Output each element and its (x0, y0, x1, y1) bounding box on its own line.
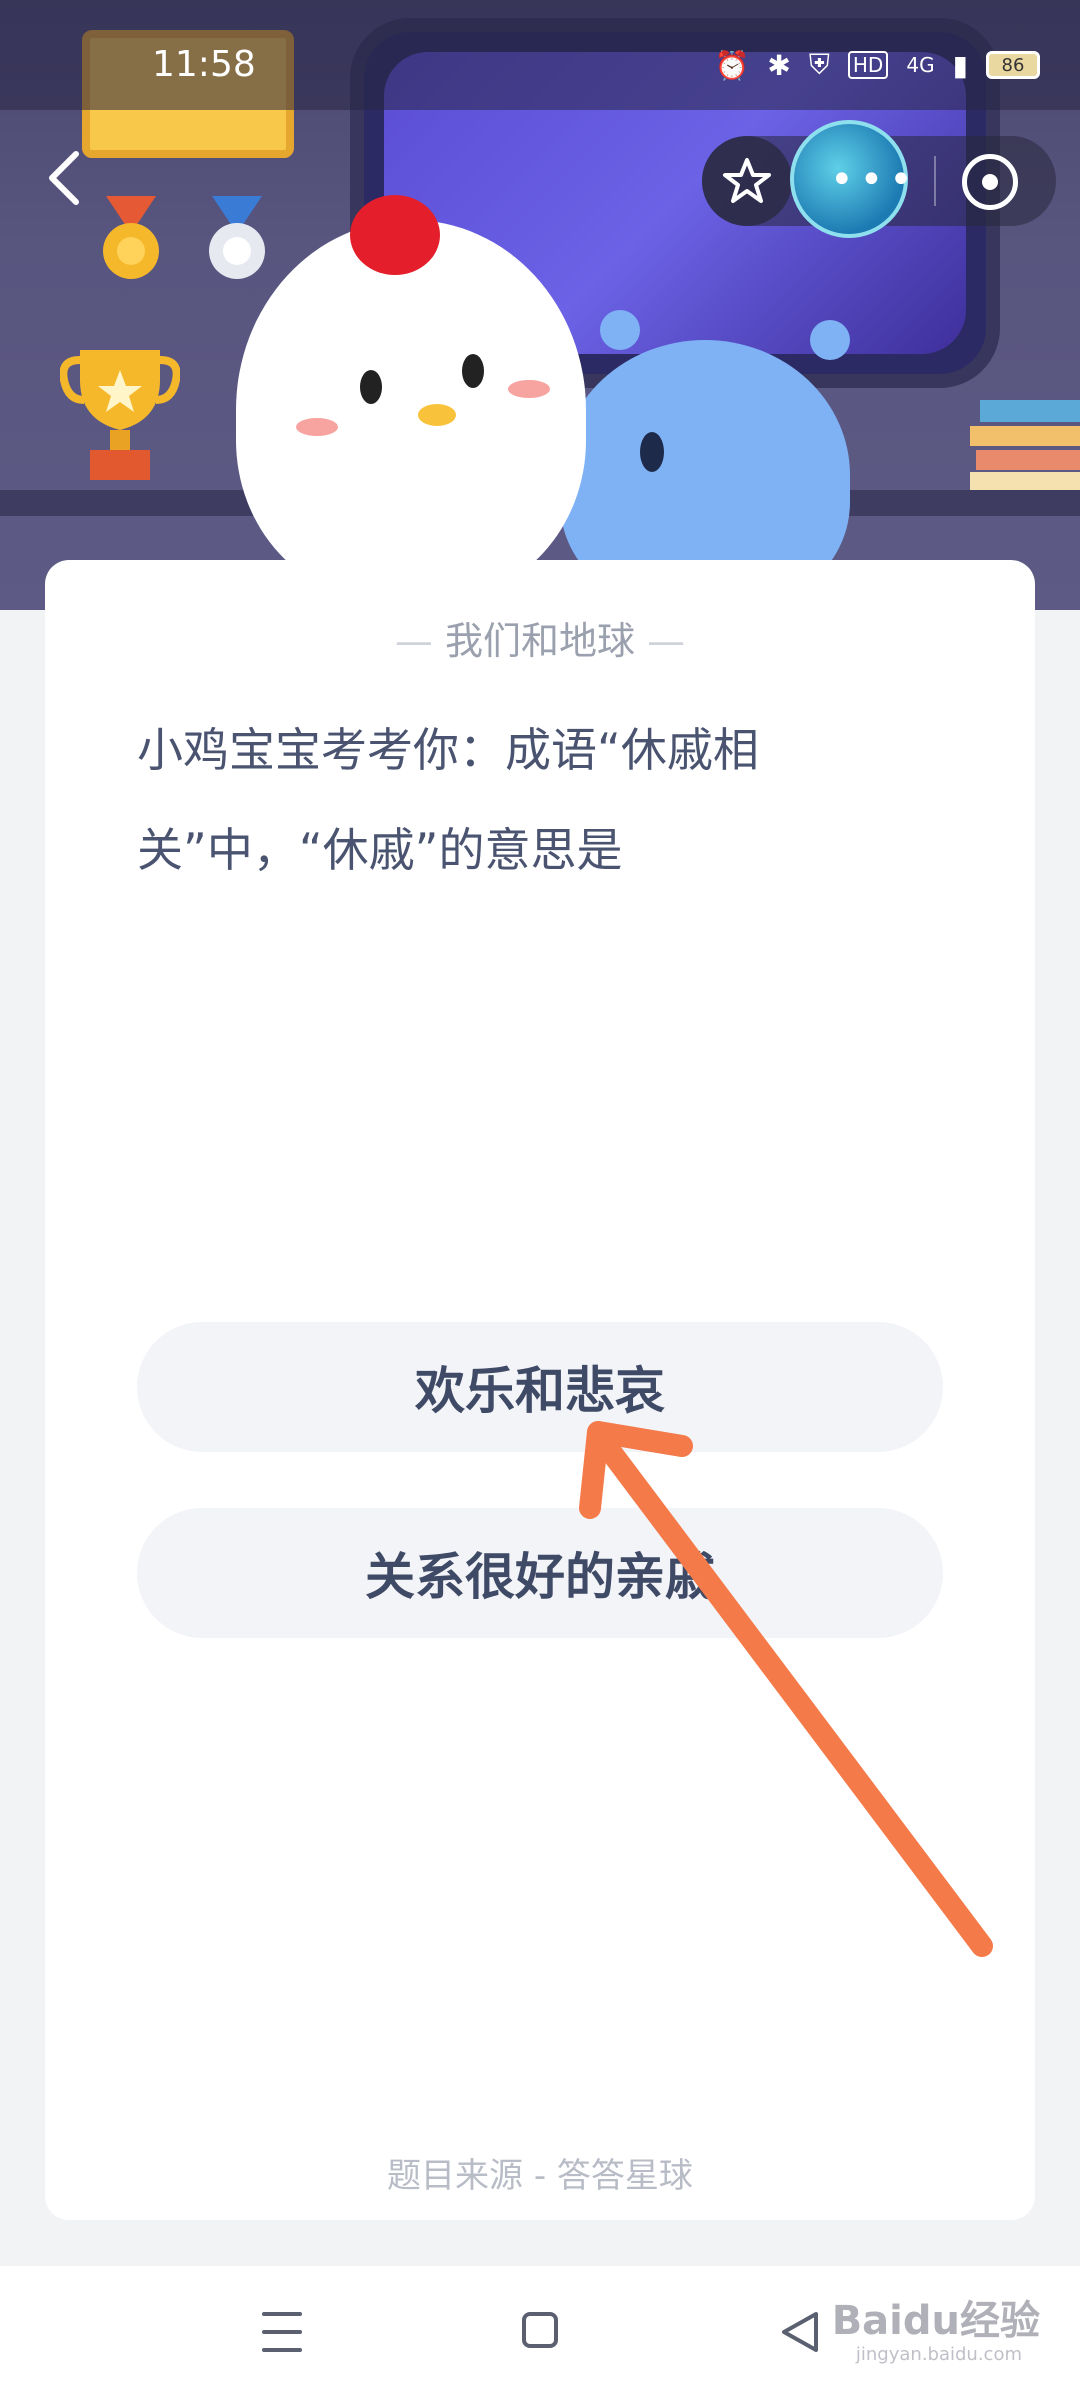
silver-medal-icon (209, 196, 265, 279)
question-source: 题目来源 - 答答星球 (387, 2156, 693, 2196)
chicken-eye (462, 354, 484, 388)
watermark-logo: Baidu经验 (831, 2298, 1040, 2344)
chicken-blush (508, 380, 550, 398)
category-label: 我们和地球 (444, 619, 635, 663)
books-illustration (970, 400, 1080, 490)
status-bar: 11:58 ⏰ ✱ ⛨ HD 4G ▮ 86 (0, 0, 1080, 110)
home-icon[interactable] (522, 2312, 558, 2348)
bluetooth-icon: ✱ (767, 48, 791, 82)
chicken-mascot (236, 220, 586, 600)
status-time: 11:58 (152, 44, 256, 85)
chicken-eye (360, 370, 382, 404)
category-title: — 我们和地球 — (394, 619, 686, 663)
back-button[interactable] (44, 148, 84, 224)
navigation-bar: Baidu经验 jingyan.baidu.com (0, 2266, 1080, 2400)
alarm-icon: ⏰ (714, 48, 750, 82)
battery-level: 86 (1001, 54, 1025, 76)
answer-option-label: 欢乐和悲哀 (415, 1362, 665, 1420)
question-text: 小鸡宝宝考考你：成语“休戚相关”中，“休戚”的意思是 (137, 723, 759, 877)
star-icon (723, 158, 771, 203)
chicken-blush (296, 418, 338, 436)
answer-option-label: 关系很好的亲戚 (365, 1548, 715, 1606)
answer-option-2[interactable]: 关系很好的亲戚 (137, 1508, 943, 1638)
alien-eye (640, 432, 664, 472)
chicken-beak (418, 404, 456, 426)
capsule-divider (934, 156, 936, 206)
watermark-url: jingyan.baidu.com (855, 2344, 1022, 2365)
back-triangle-icon[interactable] (780, 2310, 820, 2354)
gold-medal-icon (103, 196, 159, 279)
menu-icon[interactable] (262, 2312, 302, 2352)
question-card: — 我们和地球 — 小鸡宝宝考考你：成语“休戚相关”中，“休戚”的意思是 欢乐和… (45, 560, 1035, 2220)
favorite-button[interactable] (702, 136, 792, 226)
battery-icon: 86 (986, 51, 1040, 79)
chicken-comb (350, 195, 440, 275)
shield-icon: ⛨ (808, 48, 830, 81)
network-label: 4G (906, 53, 935, 77)
more-dots-icon[interactable]: ••• (830, 160, 919, 200)
alien-antenna (810, 320, 850, 360)
answer-option-1[interactable]: 欢乐和悲哀 (137, 1322, 943, 1452)
hd-icon: HD (847, 51, 889, 79)
status-icons: ⏰ ✱ ⛨ HD 4G ▮ 86 (715, 48, 1040, 82)
signal-icon: ▮ (952, 48, 968, 82)
target-icon[interactable] (962, 154, 1018, 210)
chevron-left-icon (49, 151, 79, 205)
alien-antenna (600, 310, 640, 350)
trophy-icon (60, 350, 180, 480)
